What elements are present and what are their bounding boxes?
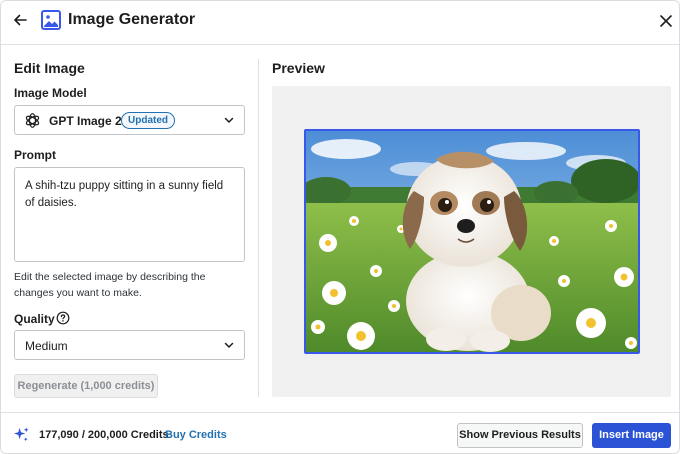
image-model-select[interactable]: GPT Image 2 Updated	[14, 105, 245, 135]
prompt-label: Prompt	[14, 148, 56, 162]
help-circle-icon[interactable]	[56, 311, 70, 325]
image-icon	[41, 10, 61, 30]
credits-balance: 177,090 / 200,000 Credits	[39, 429, 169, 441]
preview-heading: Preview	[272, 60, 325, 76]
puppy-image	[306, 131, 638, 352]
buy-credits-link[interactable]: Buy Credits	[165, 429, 227, 441]
edit-image-heading: Edit Image	[14, 60, 85, 76]
sparkle-icon	[13, 427, 29, 442]
openai-icon	[25, 113, 40, 128]
insert-image-button[interactable]: Insert Image	[592, 423, 671, 448]
dialog-header: Image Generator	[1, 1, 679, 45]
close-icon	[660, 15, 672, 27]
quality-label: Quality	[14, 312, 55, 326]
quality-value: Medium	[25, 339, 68, 353]
image-model-label: Image Model	[14, 86, 87, 100]
prompt-textarea[interactable]: A shih-tzu puppy sitting in a sunny fiel…	[14, 167, 245, 262]
prompt-help-text: Edit the selected image by describing th…	[14, 271, 206, 299]
panel-divider	[258, 59, 259, 397]
quality-select[interactable]: Medium	[14, 330, 245, 360]
show-previous-results-button[interactable]: Show Previous Results	[457, 423, 583, 448]
dialog-footer: 177,090 / 200,000 Credits Buy Credits Sh…	[1, 412, 679, 453]
regenerate-button[interactable]: Regenerate (1,000 credits)	[14, 374, 158, 398]
close-button[interactable]	[655, 10, 677, 32]
generated-image[interactable]	[304, 129, 640, 354]
model-name: GPT Image 2	[49, 114, 122, 128]
updated-badge: Updated	[121, 112, 175, 129]
image-generator-dialog: Image Generator Edit Image Image Model G…	[0, 0, 680, 454]
chevron-down-icon	[224, 117, 234, 123]
chevron-down-icon	[224, 342, 234, 348]
arrow-left-icon	[14, 14, 27, 26]
page-title: Image Generator	[68, 11, 196, 28]
back-button[interactable]	[9, 9, 31, 31]
